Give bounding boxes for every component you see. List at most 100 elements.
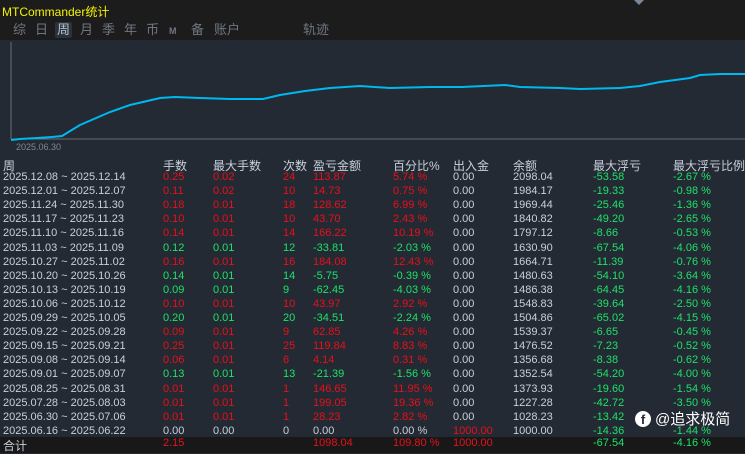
cell-percent: 0.31 % [393, 354, 428, 367]
cell-max-lots: 0.00 [213, 424, 235, 437]
cell-deposit: 0.00 [453, 312, 475, 324]
cell-week: 2025.11.17 ~ 2025.11.23 [3, 213, 125, 226]
cell-percent: -4.03 % [393, 283, 431, 296]
table-row[interactable]: 2025.10.20 ~ 2025.10.26 0.14 0.01 14 -5.75 -0… [0, 270, 745, 284]
cell-count: 0 [283, 424, 290, 437]
cell-balance: 1969.44 [513, 199, 553, 212]
cell-count: 9 [283, 283, 290, 296]
table-row[interactable]: 2025.11.24 ~ 2025.11.30 0.18 0.01 18 128.62 6… [0, 199, 745, 213]
cell-pnl: 113.87 [313, 171, 346, 183]
cell-pnl: 184.08 [313, 255, 347, 268]
cell-percent: 11.95 % [393, 382, 433, 395]
cell-balance: 1028.23 [513, 410, 553, 423]
cell-max-drawdown-ratio: -3.50 % [673, 396, 711, 409]
tab-4[interactable]: 季 [100, 22, 117, 38]
tab-10[interactable]: 轨迹 [301, 22, 331, 38]
cell-lots: 0.13 [163, 368, 185, 381]
table-row[interactable]: 2025.09.01 ~ 2025.09.07 0.13 0.01 13 -21.39 -… [0, 368, 745, 382]
cell-pnl: 28.23 [313, 410, 341, 423]
cell-percent: 4.26 % [393, 326, 428, 339]
tab-6[interactable]: 币 [144, 22, 161, 38]
tab-2[interactable]: 周 [55, 22, 73, 38]
cell-percent: -0.39 % [393, 269, 431, 282]
cell-percent: -2.03 % [393, 241, 431, 254]
cell-lots: 0.14 [163, 227, 185, 240]
table-row[interactable]: 2025.11.10 ~ 2025.11.16 0.14 0.01 14 166.22 1… [0, 227, 745, 241]
cell-lots: 0.16 [163, 255, 185, 268]
cell-balance: 2098.04 [513, 171, 553, 183]
table-row[interactable]: 2025.11.03 ~ 2025.11.09 0.12 0.01 12 -33.81 -… [0, 242, 745, 256]
cell-lots: 0.01 [163, 396, 185, 409]
cell-max-drawdown: -49.20 [593, 213, 625, 226]
table-row[interactable]: 2025.09.08 ~ 2025.09.14 0.06 0.01 6 4.14 0.31… [0, 354, 745, 368]
table-row[interactable]: 2025.09.22 ~ 2025.09.28 0.09 0.01 9 62.85 4.2… [0, 326, 745, 340]
tab-8[interactable]: 备 [189, 22, 206, 38]
cell-max-drawdown-ratio: -0.62 % [673, 354, 711, 367]
tab-1[interactable]: 日 [33, 22, 50, 38]
total-deposit: 1000.00 [453, 437, 493, 449]
cell-week: 2025.10.06 ~ 2025.10.12 [3, 297, 126, 310]
table-row[interactable]: 2025.10.13 ~ 2025.10.19 0.09 0.01 9 -62.45 -4… [0, 284, 745, 298]
cell-max-drawdown-ratio: -2.67 % [673, 171, 711, 183]
cell-balance: 1664.71 [513, 255, 553, 268]
cell-max-drawdown-ratio: -1.54 % [673, 382, 711, 395]
cell-balance: 1984.17 [513, 185, 553, 198]
table-row[interactable]: 2025.06.30 ~ 2025.07.06 0.01 0.01 1 28.23 2.8… [0, 411, 745, 425]
tab-5[interactable]: 年 [122, 22, 139, 38]
cell-count: 12 [283, 241, 296, 254]
tab-7[interactable]: M [167, 23, 179, 39]
cell-max-lots: 0.01 [213, 410, 235, 423]
cell-pnl: 4.14 [313, 354, 335, 367]
cell-max-lots: 0.01 [213, 269, 235, 282]
table-row[interactable]: 2025.11.17 ~ 2025.11.23 0.10 0.01 10 43.70 2.… [0, 213, 745, 227]
tab-0[interactable]: 综 [11, 22, 28, 38]
watermark: f @追求极简 [635, 408, 730, 429]
table-row[interactable]: 2025.10.27 ~ 2025.11.02 0.16 0.01 16 184.08 1… [0, 256, 745, 270]
cell-pnl: -34.51 [313, 312, 345, 324]
cell-week: 2025.08.25 ~ 2025.08.31 [3, 382, 126, 395]
cell-max-lots: 0.01 [213, 227, 235, 240]
cell-deposit: 0.00 [453, 171, 475, 183]
cell-max-drawdown-ratio: -4.00 % [673, 368, 711, 381]
dropdown-triangle-icon[interactable] [634, 0, 644, 5]
cell-max-drawdown-ratio: -0.76 % [673, 255, 711, 268]
tab-3[interactable]: 月 [78, 22, 95, 38]
table-row[interactable]: 2025.12.08 ~ 2025.12.14 0.25 0.02 24 113.87 5… [0, 171, 745, 185]
cell-deposit: 0.00 [453, 326, 475, 339]
cell-pnl: 0.00 [313, 424, 335, 437]
cell-deposit: 0.00 [453, 213, 475, 226]
balance-chart [10, 42, 745, 141]
cell-max-drawdown: -65.02 [593, 312, 625, 324]
cell-deposit: 0.00 [453, 340, 475, 353]
table-row[interactable]: 2025.07.28 ~ 2025.08.03 0.01 0.01 1 199.05 19… [0, 397, 745, 411]
cell-max-lots: 0.01 [213, 312, 235, 324]
table-row[interactable]: 2025.10.06 ~ 2025.10.12 0.10 0.01 10 43.97 2.… [0, 298, 745, 312]
cell-max-drawdown: -19.60 [593, 382, 625, 395]
table-row[interactable]: 2025.09.29 ~ 2025.10.05 0.20 0.01 20 -34.51 -… [0, 312, 745, 326]
cell-week: 2025.10.27 ~ 2025.11.02 [3, 255, 125, 268]
cell-max-drawdown: -42.72 [593, 396, 625, 409]
total-percent: 109.80 % [393, 437, 440, 449]
cell-balance: 1000.00 [513, 424, 553, 437]
cell-percent: 10.19 % [393, 227, 434, 240]
cell-pnl: 119.84 [313, 340, 346, 353]
cell-pnl: 128.62 [313, 199, 347, 212]
cell-pnl: -21.39 [313, 368, 345, 381]
cell-pnl: 14.73 [313, 185, 341, 198]
cell-max-drawdown: -67.54 [593, 241, 625, 254]
cell-deposit: 0.00 [453, 368, 475, 381]
table-row[interactable]: 2025.09.15 ~ 2025.09.21 0.25 0.01 25 119.84 8… [0, 340, 745, 354]
cell-pnl: 199.05 [313, 396, 347, 409]
cell-pnl: 146.65 [313, 382, 347, 395]
cell-max-lots: 0.01 [213, 340, 235, 353]
cell-max-drawdown-ratio: -1.36 % [673, 199, 711, 212]
tab-9[interactable]: 账户 [212, 22, 242, 38]
cell-percent: 0.75 % [393, 185, 428, 198]
cell-max-drawdown-ratio: -2.65 % [673, 213, 711, 226]
cell-max-lots: 0.01 [213, 255, 235, 268]
cell-week: 2025.11.10 ~ 2025.11.16 [3, 227, 125, 240]
cell-deposit: 0.00 [453, 269, 475, 282]
table-row[interactable]: 2025.08.25 ~ 2025.08.31 0.01 0.01 1 146.65 11… [0, 383, 745, 397]
table-row[interactable]: 2025.12.01 ~ 2025.12.07 0.11 0.02 10 14.73 0.… [0, 185, 745, 199]
cell-pnl: -5.75 [313, 269, 339, 282]
